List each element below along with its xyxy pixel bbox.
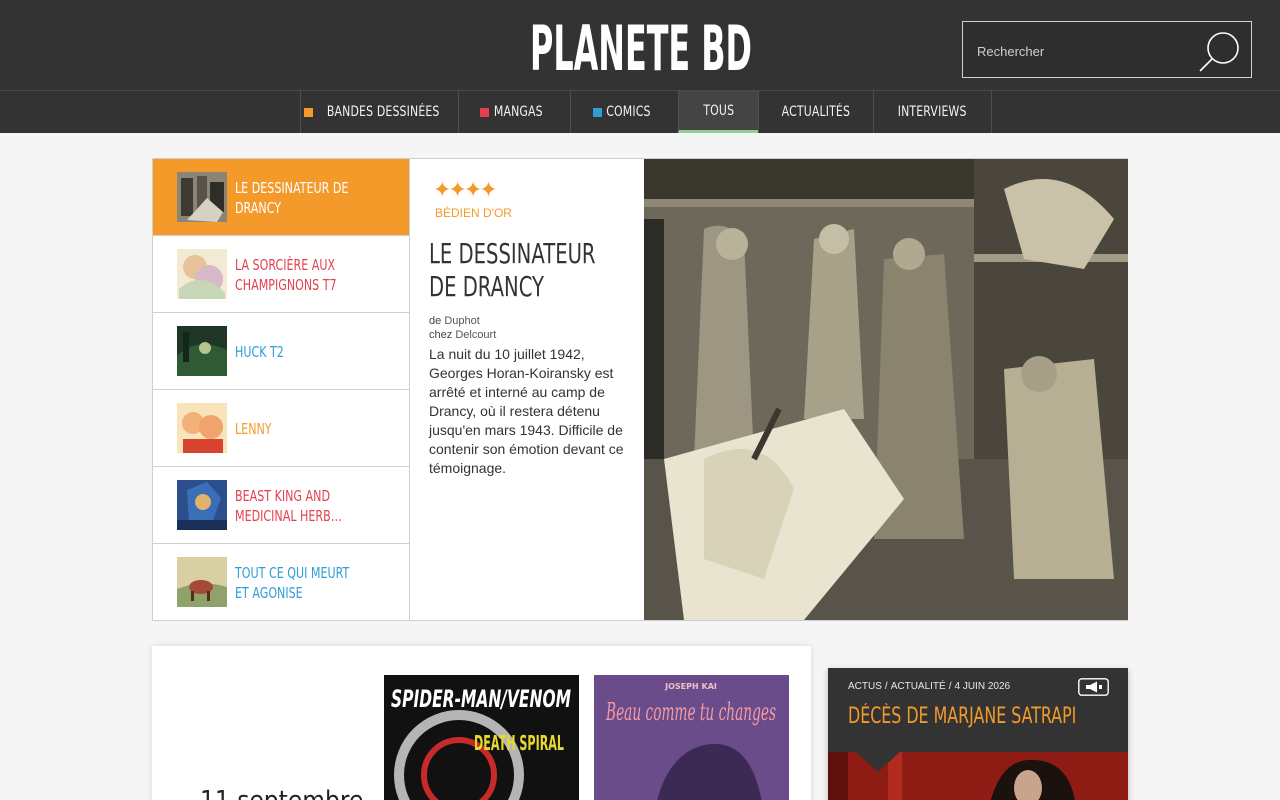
news-category-link[interactable]: Actus: [848, 681, 882, 692]
main-nav: Bandes dessinées Mangas Comics Tous Actu…: [0, 90, 1280, 133]
rating-stars: ✦✦✦✦: [433, 177, 498, 202]
release-date: 11 septembre: [200, 786, 363, 800]
svg-text:SPIDER-MAN/VENOM: SPIDER-MAN/VENOM: [391, 685, 571, 713]
author-link[interactable]: Duphot: [444, 315, 479, 327]
nav-tous[interactable]: Tous: [678, 91, 758, 133]
award-label: BÉDIEN D'OR: [435, 206, 512, 220]
featured-item-title: La sorcière aux champignons T7: [235, 256, 337, 294]
nav-label: Tous: [703, 102, 734, 119]
nav-comics[interactable]: Comics: [570, 91, 678, 133]
album-thumbnail: [177, 326, 227, 376]
album-description: La nuit du 10 juillet 1942, Georges Hora…: [429, 346, 624, 476]
featured-item-title: Huck T2: [235, 343, 284, 361]
nav-label: Comics: [605, 104, 651, 120]
featured-item-dessinateur-de-drancy[interactable]: Le dessinateur de Drancy: [153, 159, 409, 236]
news-card[interactable]: Actus / Actualité/4 juin 2026 Décès de Mar…: [828, 668, 1128, 800]
svg-text:PLANETE BD: PLANETE BD: [530, 12, 752, 82]
album-meta: de Duphot chez Delcourt: [429, 314, 496, 342]
featured-item-title: Le dessinateur de Drancy: [235, 179, 349, 217]
site-logo[interactable]: PLANETE BD: [528, 12, 754, 82]
cover-beau-comme-tu-changes[interactable]: JOSEPH KAI Beau comme tu changes: [594, 675, 789, 800]
publisher-link[interactable]: Delcourt: [455, 329, 496, 341]
site-header: PLANETE BD: [0, 0, 1280, 90]
search-box: [962, 21, 1252, 78]
album-thumbnail: [177, 249, 227, 299]
featured-item-tout-ce-qui-meurt[interactable]: Tout ce qui meurt et agonise: [153, 544, 409, 620]
nav-label: Interviews: [898, 104, 967, 120]
category-square-icon: [592, 107, 602, 117]
featured-detail: ✦✦✦✦ BÉDIEN D'OR LE DESSINATEUR DE DRANC…: [411, 159, 644, 620]
nav-mangas[interactable]: Mangas: [458, 91, 570, 133]
news-meta: Actus / Actualité/4 juin 2026: [848, 681, 1011, 692]
news-title[interactable]: Décès de Marjane Satrapi: [848, 704, 1076, 729]
featured-carousel: Le dessinateur de Drancy La sorcière aux…: [152, 158, 1128, 621]
featured-item-title: Lenny: [235, 420, 272, 438]
featured-item-huck[interactable]: Huck T2: [153, 313, 409, 390]
nav-interviews[interactable]: Interviews: [873, 91, 992, 133]
featured-item-lenny[interactable]: Lenny: [153, 390, 409, 467]
album-thumbnail: [177, 172, 227, 222]
cover-spider-man-venom[interactable]: SPIDER-MAN/VENOM DEATH SPIRAL: [384, 675, 579, 800]
author-prefix: de: [429, 315, 442, 327]
nav-actualites[interactable]: Actualités: [758, 91, 873, 133]
featured-item-title: Beast King and Medicinal Herb…: [235, 487, 342, 525]
featured-item-title: Tout ce qui meurt et agonise: [235, 564, 350, 602]
search-input[interactable]: [977, 40, 1197, 62]
nav-bandes-dessinees[interactable]: Bandes dessinées: [300, 91, 458, 133]
featured-list: Le dessinateur de Drancy La sorcière aux…: [153, 159, 410, 620]
publisher-prefix: chez: [429, 329, 453, 341]
featured-item-beast-king[interactable]: Beast King and Medicinal Herb…: [153, 467, 409, 544]
svg-text:JOSEPH KAI: JOSEPH KAI: [664, 682, 717, 691]
album-thumbnail: [177, 403, 227, 453]
megaphone-icon: [1078, 678, 1109, 696]
album-thumbnail: [177, 480, 227, 530]
search-icon[interactable]: [1197, 28, 1243, 74]
nav-label: Actualités: [781, 104, 851, 120]
svg-text:DEATH SPIRAL: DEATH SPIRAL: [474, 731, 564, 755]
nav-label: Mangas: [493, 104, 543, 120]
news-subcategory-link[interactable]: Actualité: [891, 681, 946, 692]
new-releases-section: 11 septembre SPIDER-MAN/VENOM DEATH SPIR…: [152, 646, 811, 800]
svg-text:Beau comme tu changes: Beau comme tu changes: [605, 698, 776, 726]
featured-item-sorciere-aux-champignons[interactable]: La sorcière aux champignons T7: [153, 236, 409, 313]
news-image[interactable]: [828, 752, 1128, 800]
news-date: 4 juin 2026: [954, 681, 1011, 692]
category-square-icon: [479, 107, 489, 117]
featured-illustration[interactable]: [644, 159, 1128, 620]
category-square-icon: [303, 107, 313, 117]
featured-title[interactable]: LE DESSINATEUR DE DRANCY: [429, 237, 625, 303]
nav-label: Bandes dessinées: [326, 104, 440, 120]
album-thumbnail: [177, 557, 227, 607]
